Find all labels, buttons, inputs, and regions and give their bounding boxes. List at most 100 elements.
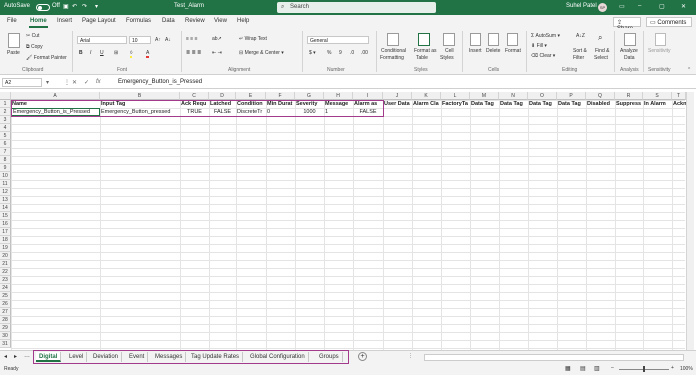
- column-header-n[interactable]: N: [499, 92, 528, 100]
- share-button[interactable]: ⇪ Share: [613, 17, 641, 32]
- tab-view[interactable]: View: [214, 18, 227, 24]
- comma-icon[interactable]: 9: [339, 50, 342, 56]
- fill-button[interactable]: ⬇ Fill ▾: [531, 43, 547, 49]
- row-header-28[interactable]: 28: [0, 316, 11, 324]
- format-as-table-label-1[interactable]: Format as: [414, 48, 437, 54]
- orientation-icon[interactable]: ab↗: [212, 36, 222, 42]
- row-header-9[interactable]: 9: [0, 164, 11, 172]
- column-header-k[interactable]: K: [412, 92, 441, 100]
- row-header-22[interactable]: 22: [0, 268, 11, 276]
- tab-file[interactable]: File: [7, 18, 17, 24]
- header-cell-q1[interactable]: Disabled: [586, 100, 615, 108]
- format-cells-button[interactable]: Format: [505, 48, 521, 54]
- column-header-m[interactable]: M: [470, 92, 499, 100]
- header-cell-j1[interactable]: User Data: [383, 100, 412, 108]
- row-header-12[interactable]: 12: [0, 188, 11, 196]
- conditional-formatting-label-1[interactable]: Conditional: [381, 48, 406, 54]
- name-box-dropdown-icon[interactable]: ▾: [46, 79, 49, 86]
- header-cell-s1[interactable]: In Alarm: [643, 100, 672, 108]
- insert-cells-icon[interactable]: [470, 33, 481, 46]
- tab-help[interactable]: Help: [237, 18, 249, 24]
- row-header-2[interactable]: 2: [0, 108, 11, 116]
- formula-input[interactable]: Emergency_Button_is_Pressed: [118, 79, 202, 85]
- format-cells-icon[interactable]: [507, 33, 518, 46]
- save-icon[interactable]: ▣: [63, 3, 69, 10]
- column-header-p[interactable]: P: [557, 92, 586, 100]
- cell-styles-label-1[interactable]: Cell: [445, 48, 454, 54]
- header-cell-k1[interactable]: Alarm Cla: [412, 100, 441, 108]
- enter-icon[interactable]: ✓: [84, 79, 89, 86]
- autosave-toggle[interactable]: [36, 4, 50, 11]
- column-header-e[interactable]: E: [236, 92, 266, 100]
- merge-center-button[interactable]: ⊟ Merge & Center ▾: [239, 50, 284, 56]
- name-box[interactable]: A2: [2, 78, 42, 87]
- conditional-formatting-icon[interactable]: [387, 33, 399, 46]
- indent-icon[interactable]: ⇤ ⇥: [212, 50, 222, 56]
- format-painter-button[interactable]: 🖌 Format Painter: [26, 55, 67, 61]
- column-header-g[interactable]: G: [295, 92, 324, 100]
- wrap-text-button[interactable]: ↵ Wrap Text: [239, 36, 267, 42]
- header-cell-l1[interactable]: FactoryTa: [441, 100, 470, 108]
- column-header-b[interactable]: B: [100, 92, 180, 100]
- add-sheet-icon[interactable]: +: [358, 352, 367, 361]
- borders-icon[interactable]: ⊞: [114, 50, 118, 56]
- prev-sheet-icon[interactable]: ◂: [4, 353, 7, 360]
- row-header-14[interactable]: 14: [0, 204, 11, 212]
- number-format-select[interactable]: General: [307, 36, 369, 44]
- row-header-15[interactable]: 15: [0, 212, 11, 220]
- row-header-5[interactable]: 5: [0, 132, 11, 140]
- delete-cells-icon[interactable]: [488, 33, 499, 46]
- analyze-data-label-1[interactable]: Analyze: [620, 48, 638, 54]
- format-as-table-label-2[interactable]: Table: [416, 55, 428, 61]
- undo-icon[interactable]: ↶: [72, 3, 77, 10]
- row-header-30[interactable]: 30: [0, 332, 11, 340]
- cell-styles-icon[interactable]: [443, 33, 455, 46]
- insert-cells-button[interactable]: Insert: [469, 48, 482, 54]
- sensitivity-icon[interactable]: [655, 33, 666, 46]
- tab-insert[interactable]: Insert: [57, 18, 72, 24]
- column-header-a[interactable]: A: [11, 92, 100, 100]
- delete-cells-button[interactable]: Delete: [486, 48, 500, 54]
- column-header-r[interactable]: R: [615, 92, 643, 100]
- decrease-decimal-icon[interactable]: .00: [361, 50, 368, 56]
- row-header-13[interactable]: 13: [0, 196, 11, 204]
- currency-icon[interactable]: $ ▾: [309, 50, 316, 56]
- row-header-20[interactable]: 20: [0, 252, 11, 260]
- row-header-23[interactable]: 23: [0, 276, 11, 284]
- sort-filter-label-1[interactable]: Sort &: [573, 48, 587, 54]
- row-header-19[interactable]: 19: [0, 244, 11, 252]
- header-cell-t1[interactable]: Ackn: [672, 100, 686, 108]
- row-header-17[interactable]: 17: [0, 228, 11, 236]
- header-cell-o1[interactable]: Data Tag: [528, 100, 557, 108]
- row-header-6[interactable]: 6: [0, 140, 11, 148]
- select-all-corner[interactable]: [0, 92, 11, 100]
- conditional-formatting-label-2[interactable]: Formatting: [380, 55, 404, 61]
- collapse-ribbon-icon[interactable]: ⌃: [687, 67, 691, 73]
- insert-function-button[interactable]: fx: [96, 79, 101, 85]
- cell-grid[interactable]: [11, 100, 685, 350]
- zoom-level[interactable]: 100%: [680, 366, 693, 372]
- cancel-icon[interactable]: ✕: [72, 79, 77, 86]
- tab-review[interactable]: Review: [185, 18, 205, 24]
- clear-button[interactable]: ⌫ Clear ▾: [531, 53, 555, 59]
- row-header-8[interactable]: 8: [0, 156, 11, 164]
- column-header-h[interactable]: H: [324, 92, 353, 100]
- percent-icon[interactable]: %: [327, 50, 331, 56]
- copy-button[interactable]: ⧉ Copy: [26, 44, 43, 50]
- autosum-button[interactable]: Σ AutoSum ▾: [531, 33, 560, 39]
- paste-icon[interactable]: [8, 33, 20, 48]
- row-header-21[interactable]: 21: [0, 260, 11, 268]
- next-sheet-icon[interactable]: ▸: [14, 353, 17, 360]
- paste-button[interactable]: Paste: [7, 50, 20, 56]
- row-header-29[interactable]: 29: [0, 324, 11, 332]
- align-left-icon[interactable]: ≣ ≣ ≣: [186, 50, 201, 56]
- search-box[interactable]: ⌕ Search: [277, 2, 436, 13]
- row-header-27[interactable]: 27: [0, 308, 11, 316]
- analyze-data-icon[interactable]: [624, 33, 636, 46]
- column-header-q[interactable]: Q: [586, 92, 615, 100]
- font-size-select[interactable]: 10: [129, 36, 151, 44]
- column-header-t[interactable]: T: [672, 92, 686, 100]
- column-header-i[interactable]: I: [353, 92, 383, 100]
- find-select-label-1[interactable]: Find &: [595, 48, 609, 54]
- tab-split-handle[interactable]: ⋮: [408, 353, 413, 359]
